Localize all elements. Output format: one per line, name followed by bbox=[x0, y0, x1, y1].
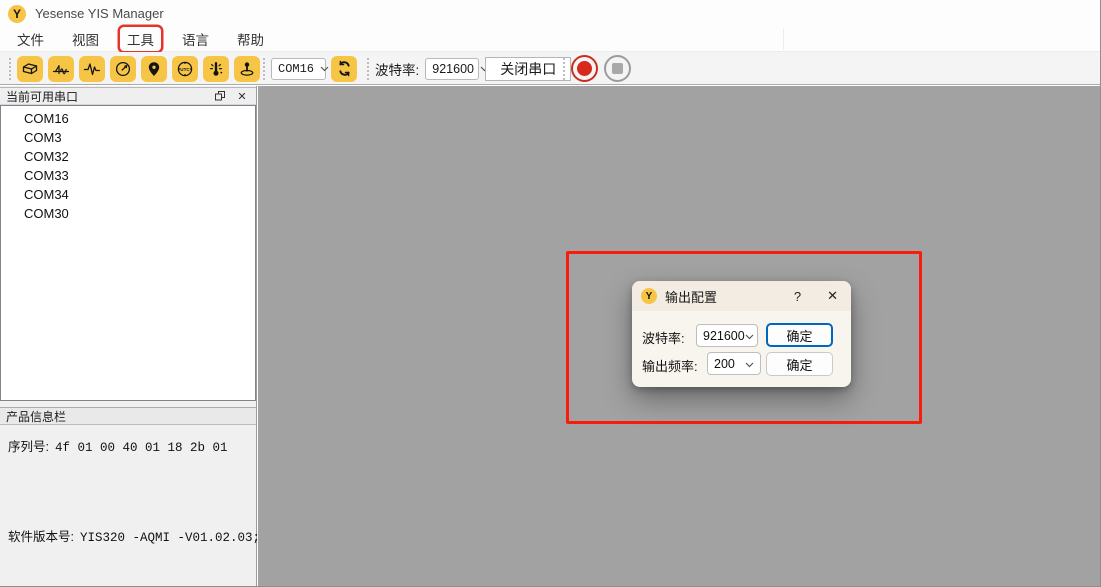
chevron-down-icon bbox=[320, 66, 329, 72]
menu-view[interactable]: 视图 bbox=[65, 27, 106, 51]
toolbar-grip[interactable] bbox=[8, 57, 12, 81]
joystick-button[interactable] bbox=[234, 56, 260, 82]
dialog-rate-label: 输出频率: bbox=[642, 356, 698, 375]
menu-help[interactable]: 帮助 bbox=[230, 27, 271, 51]
port-select-value: COM16 bbox=[278, 62, 314, 76]
attitude-curve-button[interactable] bbox=[48, 56, 74, 82]
joystick-icon bbox=[238, 60, 256, 78]
menubar-divider bbox=[783, 29, 784, 50]
dialog-logo-icon: Y bbox=[641, 288, 657, 304]
waveform-button[interactable] bbox=[79, 56, 105, 82]
port-list-item[interactable]: COM3 bbox=[1, 128, 255, 147]
cube-icon bbox=[21, 60, 39, 78]
chevron-down-icon bbox=[745, 357, 754, 371]
record-icon bbox=[577, 61, 592, 76]
firmware-version-label: 软件版本号: bbox=[8, 530, 74, 544]
utc-clock-icon: UTC bbox=[176, 60, 194, 78]
toolbar-section-port: COM16 bbox=[262, 52, 362, 85]
title-bar: Y Yesense YIS Manager bbox=[0, 0, 1100, 27]
firmware-version-value: YIS320 -AQMI -V01.02.03; bbox=[80, 531, 260, 545]
dock-float-button[interactable] bbox=[212, 89, 228, 103]
menu-bar: 文件 视图 工具 语言 帮助 bbox=[0, 27, 1100, 52]
dialog-close-button[interactable]: ✕ bbox=[827, 288, 838, 304]
waveform-icon bbox=[83, 60, 101, 78]
location-button[interactable] bbox=[141, 56, 167, 82]
angle-wave-icon bbox=[52, 60, 70, 78]
window-title: Yesense YIS Manager bbox=[35, 6, 164, 21]
serial-number-value: 4f 01 00 40 01 18 2b 01 bbox=[55, 441, 228, 455]
close-serial-port-button[interactable]: 关闭串口 bbox=[485, 57, 571, 81]
port-list: COM16 COM3 COM32 COM33 COM34 COM30 bbox=[0, 105, 256, 401]
gauge-icon bbox=[114, 60, 132, 78]
temperature-button[interactable] bbox=[203, 56, 229, 82]
location-pin-icon bbox=[145, 60, 163, 78]
menu-tools[interactable]: 工具 bbox=[120, 27, 161, 51]
record-button[interactable] bbox=[571, 55, 598, 82]
baud-rate-value: 921600 bbox=[432, 62, 474, 76]
dialog-baud-value: 921600 bbox=[703, 329, 745, 343]
stop-icon bbox=[612, 63, 623, 74]
available-ports-header: 当前可用串口 ✕ bbox=[0, 87, 256, 105]
utc-clock-button[interactable]: UTC bbox=[172, 56, 198, 82]
output-config-dialog: Y 输出配置 ? ✕ 波特率: 921600 确定 输出频率: 200 确定 bbox=[632, 281, 851, 387]
dialog-rate-ok-button[interactable]: 确定 bbox=[766, 352, 833, 376]
chevron-down-icon bbox=[745, 329, 754, 343]
refresh-icon bbox=[336, 60, 353, 77]
firmware-version-row: 软件版本号: YIS320 -AQMI -V01.02.03; bbox=[8, 526, 260, 545]
app-window: Y Yesense YIS Manager 文件 视图 工具 语言 帮助 bbox=[0, 0, 1101, 587]
dialog-rate-select[interactable]: 200 bbox=[707, 352, 761, 375]
product-info-title: 产品信息栏 bbox=[6, 408, 66, 425]
thermometer-icon bbox=[207, 60, 225, 78]
3d-model-button[interactable] bbox=[17, 56, 43, 82]
refresh-ports-button[interactable] bbox=[331, 56, 357, 82]
port-list-item[interactable]: COM16 bbox=[1, 109, 255, 128]
baud-rate-label: 波特率: bbox=[375, 59, 419, 79]
toolbar-grip[interactable] bbox=[366, 57, 370, 81]
dock-close-button[interactable]: ✕ bbox=[234, 89, 250, 103]
toolbar-grip[interactable] bbox=[562, 57, 566, 81]
toolbar-section-baud: 波特率: 921600 关闭串口 bbox=[366, 52, 571, 85]
port-list-item[interactable]: COM30 bbox=[1, 204, 255, 223]
dialog-help-button[interactable]: ? bbox=[794, 289, 801, 304]
gauge-button[interactable] bbox=[110, 56, 136, 82]
serial-number-label: 序列号: bbox=[8, 440, 49, 454]
dialog-baud-label: 波特率: bbox=[642, 328, 685, 347]
svg-text:UTC: UTC bbox=[180, 66, 190, 71]
toolbar: UTC bbox=[0, 52, 1100, 85]
dialog-title-bar: Y 输出配置 ? ✕ bbox=[632, 281, 851, 311]
app-logo-icon: Y bbox=[8, 5, 26, 23]
product-info-header: 产品信息栏 bbox=[0, 407, 256, 425]
toolbar-grip[interactable] bbox=[262, 57, 266, 81]
toolbar-section-record bbox=[562, 52, 637, 85]
dialog-baud-ok-button[interactable]: 确定 bbox=[766, 323, 833, 347]
menu-file[interactable]: 文件 bbox=[10, 27, 51, 51]
dialog-baud-select[interactable]: 921600 bbox=[696, 324, 758, 347]
available-ports-title: 当前可用串口 bbox=[6, 88, 206, 105]
serial-number-row: 序列号: 4f 01 00 40 01 18 2b 01 bbox=[8, 436, 228, 455]
dialog-rate-value: 200 bbox=[714, 357, 735, 371]
left-dock-panel: 当前可用串口 ✕ COM16 COM3 COM32 COM33 COM34 CO… bbox=[0, 86, 257, 587]
baud-rate-select[interactable]: 921600 bbox=[425, 58, 479, 80]
port-select[interactable]: COM16 bbox=[271, 58, 326, 80]
dialog-title: 输出配置 bbox=[665, 287, 794, 306]
toolbar-section-views: UTC bbox=[8, 52, 265, 85]
port-list-item[interactable]: COM34 bbox=[1, 185, 255, 204]
port-list-item[interactable]: COM32 bbox=[1, 147, 255, 166]
menu-language[interactable]: 语言 bbox=[175, 27, 216, 51]
port-list-item[interactable]: COM33 bbox=[1, 166, 255, 185]
stop-button[interactable] bbox=[604, 55, 631, 82]
